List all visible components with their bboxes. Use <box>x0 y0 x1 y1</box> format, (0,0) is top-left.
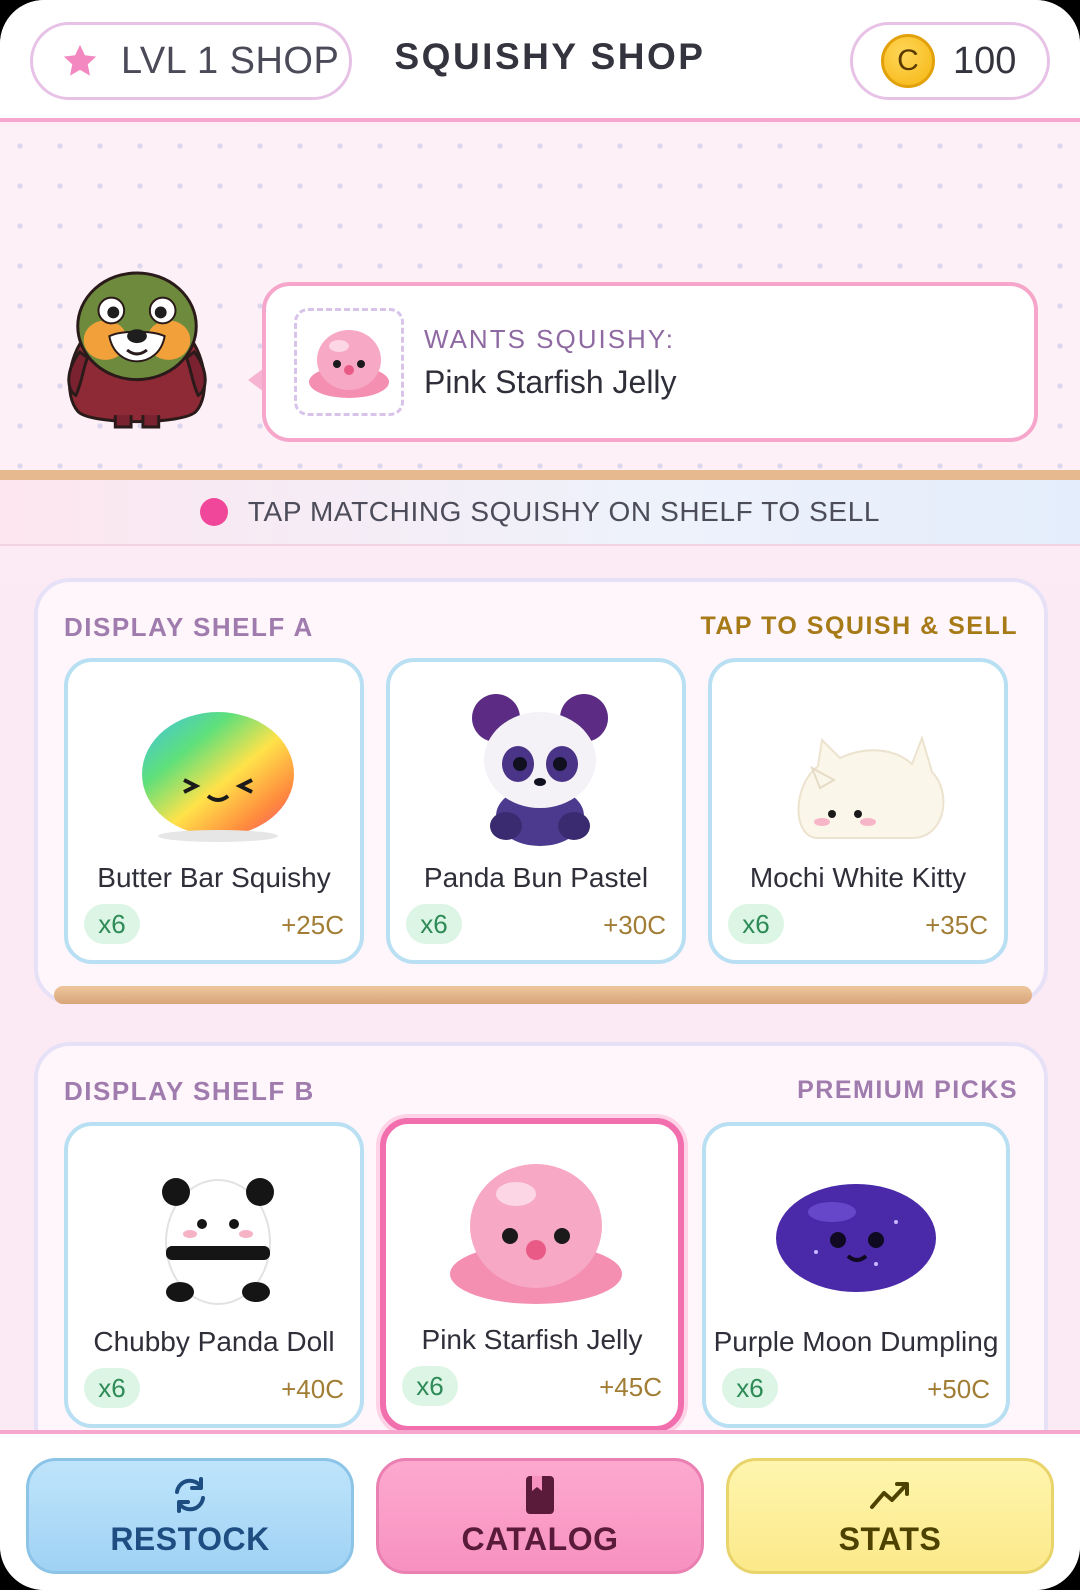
quantity-badge: x6 <box>84 904 140 944</box>
hint-text: TAP MATCHING SQUISHY ON SHELF TO SELL <box>247 496 881 527</box>
refresh-icon <box>175 1476 205 1513</box>
product-card-panda-bun-pastel[interactable]: Panda Bun Pastel x6 +30C <box>386 658 686 964</box>
shelf-tag: PREMIUM PICKS <box>797 1076 1018 1104</box>
product-name: Mochi White Kitty <box>749 862 967 893</box>
product-card-pink-starfish-jelly[interactable]: Pink Starfish Jelly x6 +45C <box>380 1118 684 1432</box>
restock-label: RESTOCK <box>110 1520 270 1557</box>
app-screen: LVL 1 SHOP SQUISHY SHOP C 100 WANTS SQUI… <box>0 0 1080 1590</box>
shelf-title: DISPLAY SHELF A <box>64 612 314 642</box>
galaxy-panda-icon <box>472 694 608 846</box>
counter-rail <box>0 470 1080 480</box>
price-label: +45C <box>599 1372 662 1402</box>
coin-balance[interactable]: C 100 <box>850 22 1050 100</box>
price-label: +35C <box>925 910 988 940</box>
purple-dumpling-icon <box>776 1184 936 1292</box>
star-icon <box>63 44 97 76</box>
quantity-badge: x6 <box>406 904 462 944</box>
shelf-tag: TAP TO SQUISH & SELL <box>700 612 1018 640</box>
product-name: Purple Moon Dumpling <box>713 1326 999 1357</box>
display-shelf-a: DISPLAY SHELF A TAP TO SQUISH & SELL But… <box>34 578 1048 1004</box>
customer-mascot-icon <box>67 271 207 429</box>
trending-up-icon <box>870 1481 909 1509</box>
product-card-mochi-white-kitty[interactable]: Mochi White Kitty x6 +35C <box>708 658 1008 964</box>
product-name: Chubby Panda Doll <box>93 1326 335 1357</box>
quantity-badge: x6 <box>402 1366 458 1406</box>
price-label: +40C <box>281 1374 344 1404</box>
customer-area: WANTS SQUISHY: Pink Starfish Jelly <box>0 126 1080 470</box>
price-label: +25C <box>281 910 344 940</box>
quantity-badge: x6 <box>722 1368 778 1408</box>
price-label: +50C <box>927 1374 990 1404</box>
book-icon <box>526 1475 554 1514</box>
customer-request-bubble: WANTS SQUISHY: Pink Starfish Jelly <box>262 282 1038 442</box>
coin-count: 100 <box>953 39 1017 82</box>
coin-icon: C <box>881 34 935 88</box>
product-name: Butter Bar Squishy <box>97 862 331 893</box>
pink-jelly-icon <box>309 330 389 398</box>
wants-label: WANTS SQUISHY: <box>424 324 675 354</box>
wanted-item-name: Pink Starfish Jelly <box>424 364 677 400</box>
restock-button[interactable]: RESTOCK <box>26 1458 354 1574</box>
white-kitty-icon <box>797 734 945 839</box>
hint-dot-icon <box>199 498 228 526</box>
pink-jelly-icon <box>450 1164 622 1304</box>
stats-button[interactable]: STATS <box>726 1458 1054 1574</box>
rainbow-bun-icon <box>142 712 294 842</box>
product-name: Pink Starfish Jelly <box>421 1324 643 1355</box>
quantity-badge: x6 <box>84 1368 140 1408</box>
shelf-title: DISPLAY SHELF B <box>64 1076 315 1106</box>
wanted-item-thumbnail <box>294 308 404 416</box>
catalog-button[interactable]: CATALOG <box>376 1458 704 1574</box>
product-name: Panda Bun Pastel <box>423 862 649 893</box>
display-shelf-b: DISPLAY SHELF B PREMIUM PICKS Chubby Pan… <box>34 1042 1048 1462</box>
hint-bar: TAP MATCHING SQUISHY ON SHELF TO SELL <box>0 480 1080 546</box>
level-label: LVL 1 SHOP <box>121 39 340 82</box>
bottom-nav: RESTOCK CATALOG STATS <box>0 1430 1080 1590</box>
product-card-purple-moon-dumpling[interactable]: Purple Moon Dumpling x6 +50C <box>702 1122 1010 1428</box>
page-title: SQUISHY SHOP <box>394 36 706 77</box>
panda-doll-icon <box>162 1178 274 1305</box>
stats-label: STATS <box>838 1520 942 1557</box>
quantity-badge: x6 <box>728 904 784 944</box>
level-badge[interactable]: LVL 1 SHOP <box>30 22 352 100</box>
catalog-label: CATALOG <box>461 1520 619 1557</box>
price-label: +30C <box>603 910 666 940</box>
product-card-chubby-panda-doll[interactable]: Chubby Panda Doll x6 +40C <box>64 1122 364 1428</box>
wood-shelf-rail <box>54 986 1032 1004</box>
top-bar: LVL 1 SHOP SQUISHY SHOP C 100 <box>0 0 1080 122</box>
product-card-butter-bar-squishy[interactable]: Butter Bar Squishy x6 +25C <box>64 658 364 964</box>
